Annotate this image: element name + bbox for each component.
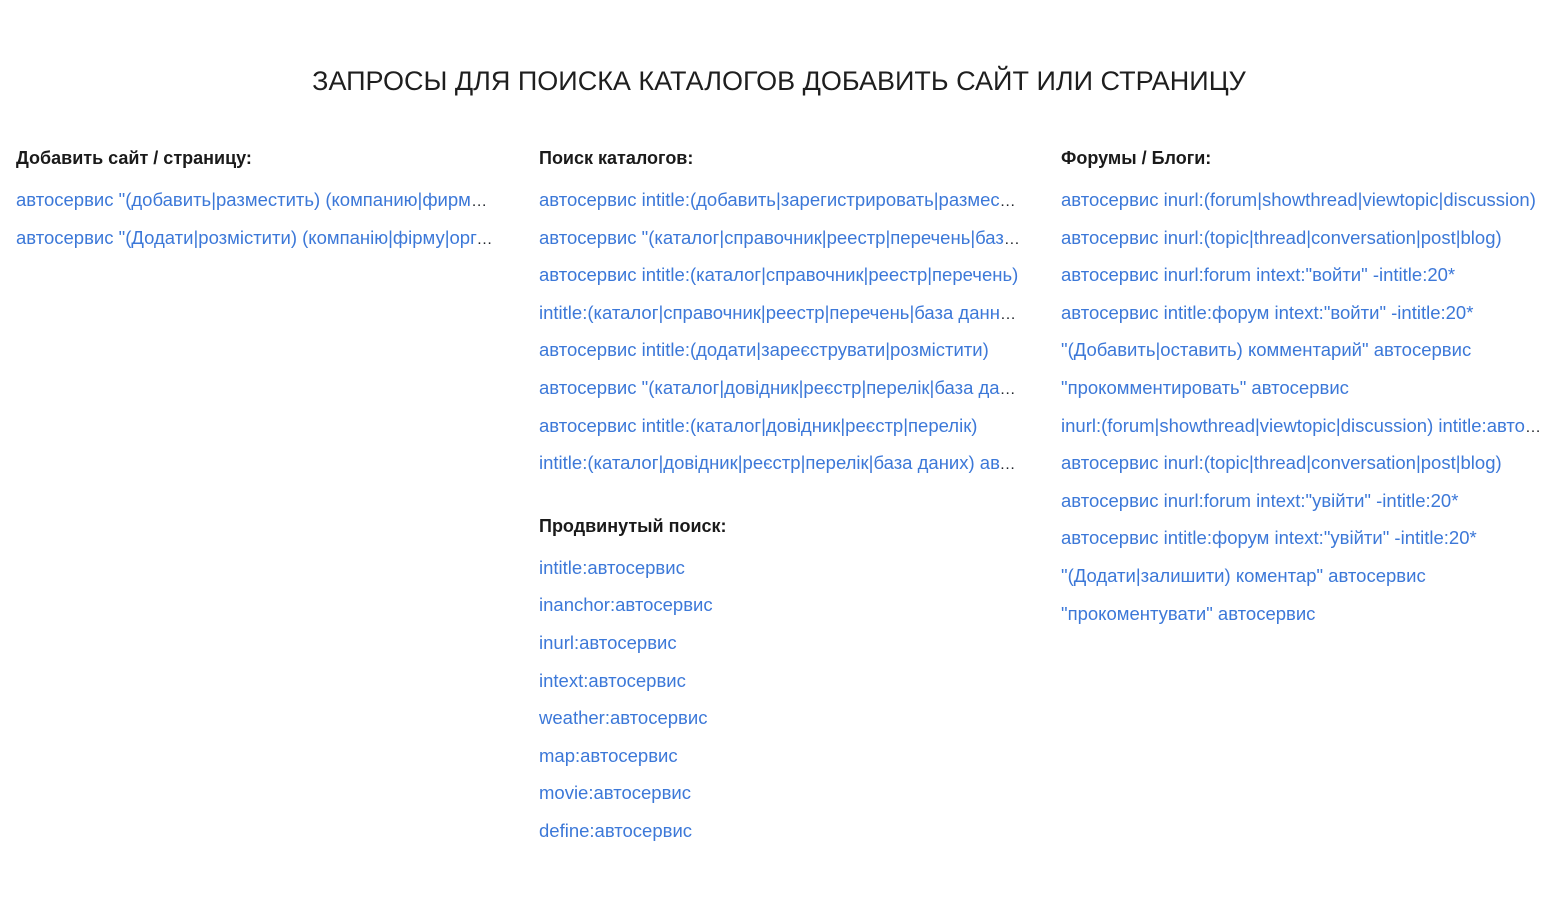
- list-item: автосервис "(добавить|разместить) (компа…: [16, 181, 494, 219]
- list-item: map:автосервис: [539, 737, 1023, 775]
- list-item: автосервис "(Додати|розмістити) (компані…: [16, 219, 494, 257]
- list-item: автосервис intitle:форум intext:"войти" …: [1061, 294, 1545, 332]
- query-link[interactable]: автосервис inurl:(topic|thread|conversat…: [1061, 227, 1502, 248]
- list-item: intitle:(каталог|довідник|реєстр|перелік…: [539, 444, 1023, 482]
- query-link[interactable]: автосервис intitle:(каталог|справочник|р…: [539, 264, 1018, 285]
- list-item: intitle:(каталог|справочник|реестр|переч…: [539, 294, 1023, 332]
- query-link[interactable]: автосервис "(добавить|разместить) (компа…: [16, 189, 494, 210]
- list-item: movie:автосервис: [539, 774, 1023, 812]
- list-item: автосервис intitle:(каталог|довідник|реє…: [539, 407, 1023, 445]
- list-item: "(Добавить|оставить) комментарий" автосе…: [1061, 331, 1545, 369]
- query-link[interactable]: define:автосервис: [539, 820, 692, 841]
- query-link[interactable]: автосервис intitle:(добавить|зарегистрир…: [539, 189, 1023, 210]
- list-item: автосервис "(каталог|довідник|реєстр|пер…: [539, 369, 1023, 407]
- forums-blogs-links: автосервис inurl:(forum|showthread|viewt…: [1061, 181, 1546, 632]
- query-link[interactable]: автосервис inurl:(forum|showthread|viewt…: [1061, 189, 1536, 210]
- list-item: автосервис inurl:(forum|showthread|viewt…: [1061, 181, 1545, 219]
- query-link[interactable]: intitle:автосервис: [539, 557, 685, 578]
- list-item: intext:автосервис: [539, 662, 1023, 700]
- list-item: автосервис "(каталог|справочник|реестр|п…: [539, 219, 1023, 257]
- query-link[interactable]: weather:автосервис: [539, 707, 707, 728]
- query-link[interactable]: автосервис inurl:(topic|thread|conversat…: [1061, 452, 1502, 473]
- query-link[interactable]: "(Добавить|оставить) комментарий" автосе…: [1061, 339, 1471, 360]
- advanced-search-links: intitle:автосервис inanchor:автосервис i…: [539, 549, 1024, 850]
- query-link[interactable]: "(Додати|залишити) коментар" автосервис: [1061, 565, 1426, 586]
- list-item: "(Додати|залишити) коментар" автосервис: [1061, 557, 1545, 595]
- query-link[interactable]: movie:автосервис: [539, 782, 691, 803]
- list-item: weather:автосервис: [539, 699, 1023, 737]
- query-link[interactable]: автосервис "(Додати|розмістити) (компані…: [16, 227, 494, 248]
- list-item: "прокоментувати" автосервис: [1061, 595, 1545, 633]
- catalog-search-links: автосервис intitle:(добавить|зарегистрир…: [539, 181, 1024, 482]
- list-item: автосервис intitle:(добавить|зарегистрир…: [539, 181, 1023, 219]
- add-site-column: Добавить сайт / страницу: автосервис "(д…: [16, 146, 496, 256]
- query-link[interactable]: автосервис inurl:forum intext:"войти" -i…: [1061, 264, 1455, 285]
- list-item: inanchor:автосервис: [539, 586, 1023, 624]
- query-link[interactable]: "прокомментировать" автосервис: [1061, 377, 1349, 398]
- list-item: автосервис inurl:(topic|thread|conversat…: [1061, 444, 1545, 482]
- page-title: ЗАПРОСЫ ДЛЯ ПОИСКА КАТАЛОГОВ ДОБАВИТЬ СА…: [312, 66, 1246, 96]
- query-link[interactable]: inanchor:автосервис: [539, 594, 713, 615]
- query-link[interactable]: intitle:(каталог|довідник|реєстр|перелік…: [539, 452, 1023, 473]
- query-link[interactable]: inurl:(forum|showthread|viewtopic|discus…: [1061, 415, 1545, 436]
- list-item: автосервис intitle:(додати|зареєструвати…: [539, 331, 1023, 369]
- query-link[interactable]: автосервис intitle:форум intext:"увійти"…: [1061, 527, 1477, 548]
- query-link[interactable]: автосервис "(каталог|довідник|реєстр|пер…: [539, 377, 1023, 398]
- query-link[interactable]: "прокоментувати" автосервис: [1061, 603, 1315, 624]
- list-item: автосервис intitle:форум intext:"увійти"…: [1061, 519, 1545, 557]
- list-item: "прокомментировать" автосервис: [1061, 369, 1545, 407]
- advanced-search-heading: Продвинутый поиск:: [539, 515, 727, 536]
- catalog-search-heading: Поиск каталогов:: [539, 148, 694, 168]
- query-link[interactable]: автосервис inurl:forum intext:"увійти" -…: [1061, 490, 1458, 511]
- forums-blogs-column: Форумы / Блоги: автосервис inurl:(forum|…: [1061, 146, 1546, 632]
- list-item: define:автосервис: [539, 812, 1023, 850]
- list-item: inurl:(forum|showthread|viewtopic|discus…: [1061, 407, 1545, 445]
- add-site-links: автосервис "(добавить|разместить) (компа…: [16, 181, 496, 256]
- list-item: автосервис intitle:(каталог|справочник|р…: [539, 256, 1023, 294]
- query-link[interactable]: автосервис intitle:(каталог|довідник|реє…: [539, 415, 977, 436]
- list-item: автосервис inurl:forum intext:"войти" -i…: [1061, 256, 1545, 294]
- catalog-search-column: Поиск каталогов: автосервис intitle:(доб…: [539, 146, 1024, 850]
- list-item: автосервис inurl:(topic|thread|conversat…: [1061, 219, 1545, 257]
- query-link[interactable]: map:автосервис: [539, 745, 678, 766]
- list-item: автосервис inurl:forum intext:"увійти" -…: [1061, 482, 1545, 520]
- query-link[interactable]: inurl:автосервис: [539, 632, 677, 653]
- query-link[interactable]: автосервис intitle:(додати|зареєструвати…: [539, 339, 989, 360]
- query-link[interactable]: автосервис "(каталог|справочник|реестр|п…: [539, 227, 1023, 248]
- query-link[interactable]: intext:автосервис: [539, 670, 686, 691]
- query-link[interactable]: автосервис intitle:форум intext:"войти" …: [1061, 302, 1473, 323]
- query-link[interactable]: intitle:(каталог|справочник|реестр|переч…: [539, 302, 1023, 323]
- forums-blogs-heading: Форумы / Блоги:: [1061, 148, 1212, 168]
- list-item: intitle:автосервис: [539, 549, 1023, 587]
- list-item: inurl:автосервис: [539, 624, 1023, 662]
- add-site-heading: Добавить сайт / страницу:: [16, 148, 252, 168]
